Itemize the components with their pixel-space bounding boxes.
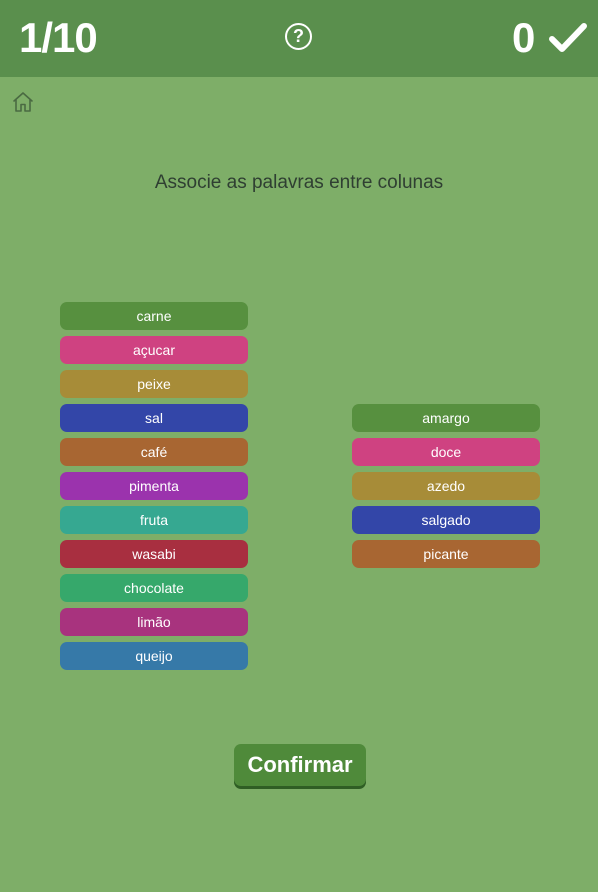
left-word-button-5[interactable]: pimenta — [60, 472, 248, 500]
check-icon — [549, 23, 587, 52]
left-word-column: carne açucar peixe sal café pimenta fruta wasab… — [60, 302, 248, 676]
score-counter: 0 — [512, 14, 536, 61]
left-word-button-10[interactable]: queijo — [60, 642, 248, 670]
right-word-button-2[interactable]: azedo — [352, 472, 540, 500]
right-word-column: amargo doce azedo salgado picante — [352, 404, 540, 574]
progress-counter: 1/10 — [19, 14, 98, 61]
left-word-button-7[interactable]: wasabi — [60, 540, 248, 568]
right-word-button-1[interactable]: doce — [352, 438, 540, 466]
right-word-button-4[interactable]: picante — [352, 540, 540, 568]
left-word-button-0[interactable]: carne — [60, 302, 248, 330]
left-word-button-2[interactable]: peixe — [60, 370, 248, 398]
help-button[interactable]: ? — [285, 23, 312, 50]
help-icon: ? — [293, 26, 304, 46]
left-word-button-4[interactable]: café — [60, 438, 248, 466]
right-word-button-3[interactable]: salgado — [352, 506, 540, 534]
left-word-button-6[interactable]: fruta — [60, 506, 248, 534]
home-icon[interactable] — [11, 90, 35, 114]
confirm-button[interactable]: Confirmar — [234, 744, 366, 786]
instruction-text: Associe as palavras entre colunas — [154, 172, 444, 193]
left-word-button-3[interactable]: sal — [60, 404, 248, 432]
left-word-button-8[interactable]: chocolate — [60, 574, 248, 602]
right-word-button-0[interactable]: amargo — [352, 404, 540, 432]
left-word-button-9[interactable]: limão — [60, 608, 248, 636]
top-bar: 1/10 ? 0 — [0, 0, 598, 77]
left-word-button-1[interactable]: açucar — [60, 336, 248, 364]
